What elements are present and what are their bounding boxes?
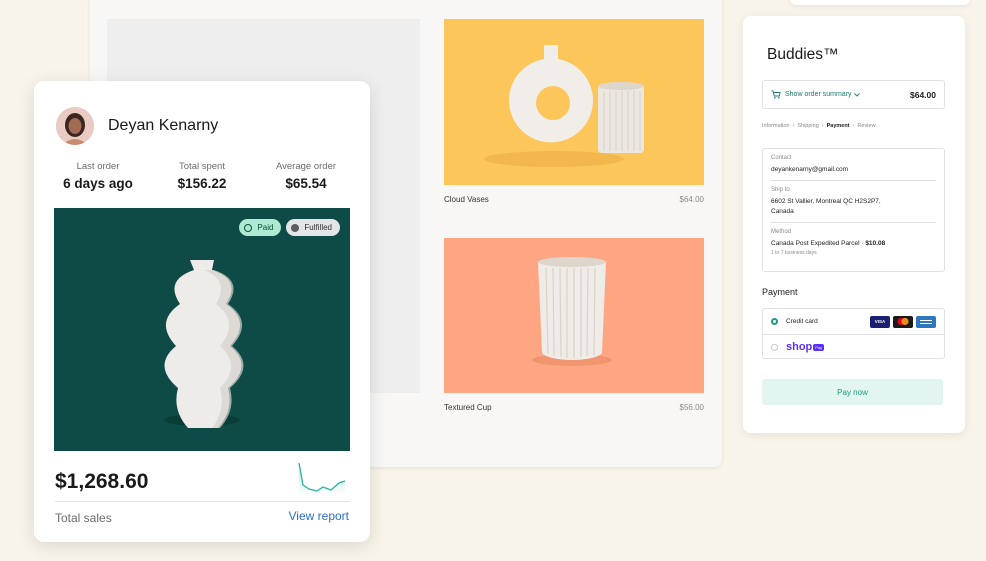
stat-label: Total spent bbox=[179, 161, 225, 172]
product-name[interactable]: Textured Cup bbox=[444, 403, 492, 412]
customer-name: Deyan Kenarny bbox=[108, 117, 219, 134]
ship-to-row: Ship to 6602 St Vallier, Montreal QC H2S… bbox=[771, 181, 936, 224]
breadcrumb-shipping[interactable]: Shipping bbox=[797, 123, 818, 129]
stat-label: Average order bbox=[275, 161, 337, 172]
paid-status-icon bbox=[244, 223, 253, 232]
breadcrumb-review: Review bbox=[857, 123, 876, 129]
amex-icon bbox=[916, 315, 936, 328]
method-label: Method bbox=[771, 229, 792, 236]
order-summary-link[interactable]: Show order summary bbox=[771, 90, 860, 99]
status-badge-paid: Paid bbox=[239, 219, 282, 236]
customer-stats: Last order 6 days ago Total spent $156.2… bbox=[46, 161, 358, 191]
payment-methods: Credit card VISA shop Pay bbox=[762, 308, 945, 359]
contact-row: Contact deyankenarny@gmail.com bbox=[771, 149, 936, 182]
summary-label: Show order summary bbox=[785, 91, 852, 98]
chevron-right-icon: › bbox=[792, 123, 795, 129]
order-product-image[interactable]: Paid Fulfilled bbox=[54, 208, 350, 451]
cart-icon bbox=[771, 90, 781, 99]
status-badge-fulfilled: Fulfilled bbox=[286, 219, 340, 236]
breadcrumb-information[interactable]: Information bbox=[762, 123, 790, 129]
stat-value: 6 days ago bbox=[63, 176, 133, 191]
chevron-right-icon: › bbox=[821, 123, 824, 129]
payment-option-shop-pay[interactable]: shop Pay bbox=[763, 334, 944, 359]
radio-selected[interactable] bbox=[771, 318, 778, 325]
checkout-info-box: Contact deyankenarny@gmail.com Ship to 6… bbox=[762, 148, 945, 272]
method-row: Method Canada Post Expedited Parcel · $1… bbox=[771, 223, 936, 261]
total-sales-value: $1,268.60 bbox=[55, 470, 149, 493]
shop-pay-logo: shop bbox=[786, 341, 813, 353]
vase-illustration bbox=[164, 260, 244, 428]
ship-address-line1: 6602 St Vallier, Montreal QC H2S2P7, bbox=[771, 198, 881, 206]
badge-label: Paid bbox=[257, 223, 274, 232]
payment-option-credit-card[interactable]: Credit card VISA bbox=[763, 309, 944, 334]
chevron-right-icon: › bbox=[852, 123, 855, 129]
stat-value: $156.22 bbox=[177, 176, 227, 191]
sales-sparkline bbox=[298, 462, 346, 495]
credit-card-label: Credit card bbox=[786, 318, 818, 325]
method-value: Canada Post Expedited Parcel · $10.08 bbox=[771, 239, 936, 248]
divider bbox=[55, 501, 350, 502]
visa-icon: VISA bbox=[870, 315, 890, 328]
product-card[interactable]: Textured Cup $56.00 bbox=[444, 238, 704, 412]
method-price: $10.08 bbox=[865, 240, 886, 248]
stat-total-spent: Total spent $156.22 bbox=[150, 161, 254, 191]
breadcrumb: Information › Shipping › Payment › Revie… bbox=[762, 123, 875, 129]
fulfilled-status-icon bbox=[291, 223, 300, 232]
stat-label: Last order bbox=[76, 161, 120, 172]
stat-value: $65.54 bbox=[285, 176, 327, 191]
chevron-down-icon bbox=[853, 92, 860, 97]
product-name[interactable]: Cloud Vases bbox=[444, 195, 489, 204]
product-card[interactable]: Cloud Vases $64.00 bbox=[444, 19, 704, 204]
product-image[interactable] bbox=[444, 238, 704, 393]
badge-label: Fulfilled bbox=[304, 223, 332, 232]
checkout-card: Buddies™ Show order summary $64.00 Infor… bbox=[743, 16, 965, 433]
background-card bbox=[790, 0, 970, 5]
payment-heading: Payment bbox=[762, 287, 798, 297]
customer-card: Deyan Kenarny Last order 6 days ago Tota… bbox=[34, 81, 370, 542]
pay-now-button[interactable]: Pay now bbox=[762, 379, 943, 405]
ship-to-value: 6602 St Vallier, Montreal QC H2S2P7, Can… bbox=[771, 197, 936, 216]
product-image[interactable] bbox=[444, 19, 704, 185]
summary-total: $64.00 bbox=[910, 89, 936, 100]
stat-average-order: Average order $65.54 bbox=[254, 161, 358, 191]
mastercard-icon bbox=[893, 315, 913, 328]
method-delivery-time: 1 to 7 business days bbox=[771, 249, 817, 256]
total-sales-label: Total sales bbox=[55, 511, 112, 525]
order-summary-toggle[interactable]: Show order summary $64.00 bbox=[762, 80, 945, 109]
contact-label: Contact bbox=[771, 155, 792, 161]
product-price: $64.00 bbox=[679, 195, 704, 204]
store-brand: Buddies™ bbox=[767, 46, 839, 63]
contact-value: deyankenarny@gmail.com bbox=[771, 166, 849, 173]
ship-to-label: Ship to bbox=[771, 187, 790, 194]
shop-pay-tag: Pay bbox=[813, 343, 825, 351]
radio-unselected[interactable] bbox=[771, 343, 778, 351]
product-price: $56.00 bbox=[679, 403, 704, 412]
avatar[interactable] bbox=[56, 107, 94, 145]
breadcrumb-payment: Payment bbox=[826, 123, 850, 129]
view-report-link[interactable]: View report bbox=[289, 509, 349, 523]
ship-address-line2: Canada bbox=[771, 207, 794, 215]
method-name: Canada Post Expedited Parcel · bbox=[771, 240, 866, 248]
stat-last-order: Last order 6 days ago bbox=[46, 161, 150, 191]
